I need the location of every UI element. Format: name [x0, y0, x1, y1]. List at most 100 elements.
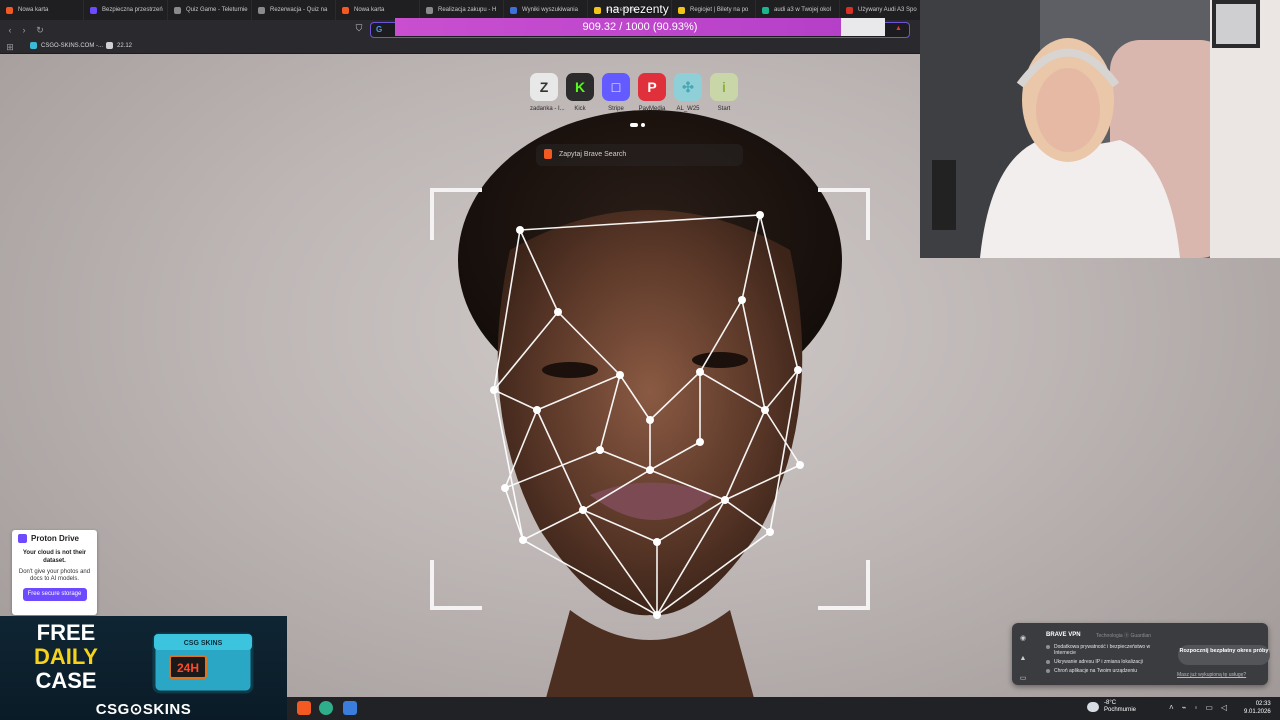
- network-icon[interactable]: ⌁: [1182, 703, 1187, 712]
- bookmark-icon[interactable]: ⛉: [353, 23, 365, 37]
- cloud-icon: [1087, 702, 1099, 712]
- tab-favicon-icon: [342, 6, 349, 14]
- weather-widget[interactable]: -8°C Pochmurnie: [1087, 700, 1136, 714]
- document-taskbar-icon[interactable]: [343, 701, 357, 715]
- microphone-icon[interactable]: ◦: [1195, 703, 1198, 712]
- tab-favicon-icon: [594, 6, 601, 14]
- chest-badge: 24H: [177, 661, 199, 675]
- browser-tab[interactable]: Quiz Game - Teleturnie: [168, 0, 252, 20]
- tab-favicon-icon: [678, 6, 685, 14]
- shortcut-tile[interactable]: □ Stripe: [602, 73, 630, 112]
- windows-taskbar: -8°C Pochmurnie ˄ ⌁ ◦ ▭ ◁ 02:33 9.01.202…: [287, 697, 1280, 720]
- shortcut-tile[interactable]: Zzadanka - I...: [530, 73, 565, 112]
- shortcut-tiles: Zzadanka - I... K Kick □ Stripe P PayMedia ✣ AL_…: [530, 73, 738, 112]
- system-tray: ˄ ⌁ ◦ ▭ ◁: [1169, 703, 1227, 712]
- shortcut-icon: K: [566, 73, 594, 101]
- bookmark-item-csgo[interactable]: CSGO-SKINS.COM -...: [30, 42, 103, 49]
- brave-search-box[interactable]: Zapytaj Brave Search: [536, 144, 743, 166]
- location-icon[interactable]: ◉: [1018, 629, 1028, 649]
- vpn-feature: Chroń aplikacje na Twoim urządzeniu: [1046, 668, 1166, 674]
- right-eye: [692, 352, 748, 368]
- tab-favicon-icon: [258, 6, 265, 14]
- face-mesh-image: [430, 110, 870, 720]
- page-dot-active[interactable]: [630, 123, 638, 127]
- shortcut-tile[interactable]: i Start: [710, 73, 738, 112]
- desk-bottle: [932, 160, 956, 230]
- bookmark-label: 22.12: [117, 42, 133, 49]
- page-favicon-icon: [106, 42, 113, 49]
- google-icon: G: [376, 25, 383, 34]
- bookmark-label: CSGO-SKINS.COM -...: [41, 42, 104, 49]
- ad-line-3: CASE: [35, 668, 97, 693]
- vpn-trial-button[interactable]: Rozpocznij bezpłatny okres próby: [1178, 645, 1270, 665]
- tab-label: Używany Audi A3 Spo: [858, 7, 917, 13]
- shortcut-label: AL_W25: [676, 106, 700, 112]
- page-dot[interactable]: [641, 123, 645, 127]
- browser-tab[interactable]: Nowa karta: [0, 0, 84, 20]
- browser-tab[interactable]: Wyniki wyszukiwania: [504, 0, 588, 20]
- shortcut-tile[interactable]: ✣ AL_W25: [674, 73, 702, 112]
- donation-goal-text: 909.32 / 1000 (90.93%): [582, 21, 698, 33]
- browser-tab[interactable]: Bezpieczna przestrzeń: [84, 0, 168, 20]
- reload-icon[interactable]: ↻: [34, 24, 46, 36]
- browser-tab[interactable]: Regiojet | Bilety na po: [672, 0, 756, 20]
- edge-taskbar-icon[interactable]: [319, 701, 333, 715]
- webcam-feed: [920, 0, 1280, 258]
- proton-drive-ad[interactable]: Proton Drive Your cloud is not their dat…: [12, 530, 97, 615]
- chest-label: CSG SKINS: [184, 640, 223, 647]
- screen: Nowa karta Bezpieczna przestrzeń Quiz Game…: [0, 0, 1280, 720]
- volume-icon[interactable]: ◁: [1221, 703, 1227, 712]
- vpn-side-icons: ◉ ▲ ▭: [1018, 629, 1028, 689]
- donation-goal-title: na prezenty: [606, 2, 669, 16]
- vpn-feature: Dodatkowa prywatność i bezpieczeństwo w …: [1046, 644, 1166, 656]
- shortcut-label: Start: [717, 106, 731, 112]
- apps-grid-icon[interactable]: ⊞: [4, 41, 16, 53]
- search-placeholder: Zapytaj Brave Search: [559, 151, 627, 158]
- display-icon[interactable]: ▭: [1205, 703, 1213, 712]
- brave-browser-taskbar-icon[interactable]: [297, 701, 311, 715]
- shortcut-icon: i: [710, 73, 738, 101]
- vpn-already-bought-link[interactable]: Masz już wykupioną tę usługę?: [1177, 672, 1246, 678]
- proton-cta-button[interactable]: Free secure storage: [22, 588, 87, 601]
- bookmark-item-2212[interactable]: 22.12: [106, 42, 132, 49]
- forward-arrow-icon[interactable]: ›: [18, 24, 30, 36]
- csgo-brand: CSG⊙SKINS: [95, 701, 192, 718]
- warning-triangle-icon[interactable]: ▲: [895, 25, 902, 32]
- vpn-feature-list: Dodatkowa prywatność i bezpieczeństwo w …: [1046, 644, 1166, 677]
- shortcut-label: zadanka - I...: [530, 106, 565, 112]
- weather-temp: -8°C: [1104, 700, 1117, 706]
- tab-favicon-icon: [846, 6, 853, 14]
- chevron-up-icon[interactable]: ˄: [1169, 703, 1174, 712]
- bookmarks-bar: ⊞ CSGO-SKINS.COM -... 22.12: [0, 40, 920, 54]
- back-arrow-icon[interactable]: ‹: [4, 24, 16, 36]
- browser-tab[interactable]: Rezerwacja - Quiz na: [252, 0, 336, 20]
- streamer-face: [1036, 68, 1100, 152]
- tab-label: Bezpieczna przestrzeń: [102, 7, 163, 13]
- ad-line-1: FREE: [36, 620, 96, 645]
- browser-tab[interactable]: audi a3 w Twojej okol: [756, 0, 840, 20]
- shortcut-icon: Z: [530, 73, 558, 101]
- browser-tab[interactable]: Realizacja zakupu - H: [420, 0, 504, 20]
- proton-brand: Proton Drive: [18, 534, 91, 543]
- case-chest-icon: 24H CSG SKINS: [152, 632, 254, 694]
- brave-lion-icon: [544, 149, 552, 159]
- proton-drive-logo-icon: [18, 534, 27, 543]
- brave-vpn-popup: ◉ ▲ ▭ BRAVE VPN Technologia ⓖ Guardian D…: [1012, 623, 1270, 685]
- warning-icon[interactable]: ▲: [1018, 649, 1028, 669]
- weather-desc: Pochmurnie: [1104, 707, 1137, 713]
- csgo-favicon-icon: [30, 42, 37, 49]
- shortcut-tile[interactable]: K Kick: [566, 73, 594, 112]
- screen-icon[interactable]: ▭: [1018, 669, 1028, 689]
- proton-headline: Your cloud is not their dataset.: [22, 550, 87, 564]
- taskbar-clock[interactable]: 02:33 9.01.2026: [1244, 700, 1271, 716]
- shortcut-icon: □: [602, 73, 630, 101]
- tab-label: Regiojet | Bilety na po: [690, 7, 749, 13]
- csgo-skins-banner[interactable]: FREE DAILY CASE 24H CSG SKINS CSG⊙SKINS: [0, 616, 287, 720]
- vpn-feature: Ukrywanie adresu IP i zmiana lokalizacji: [1046, 659, 1166, 665]
- shortcut-tile[interactable]: P PayMedia: [638, 73, 666, 112]
- tab-label: Realizacja zakupu - H: [438, 7, 497, 13]
- browser-tab[interactable]: Używany Audi A3 Spo: [840, 0, 924, 20]
- vpn-by: Technologia ⓖ Guardian: [1096, 633, 1152, 639]
- page-dots: [630, 123, 645, 127]
- browser-tab[interactable]: Nowa karta: [336, 0, 420, 20]
